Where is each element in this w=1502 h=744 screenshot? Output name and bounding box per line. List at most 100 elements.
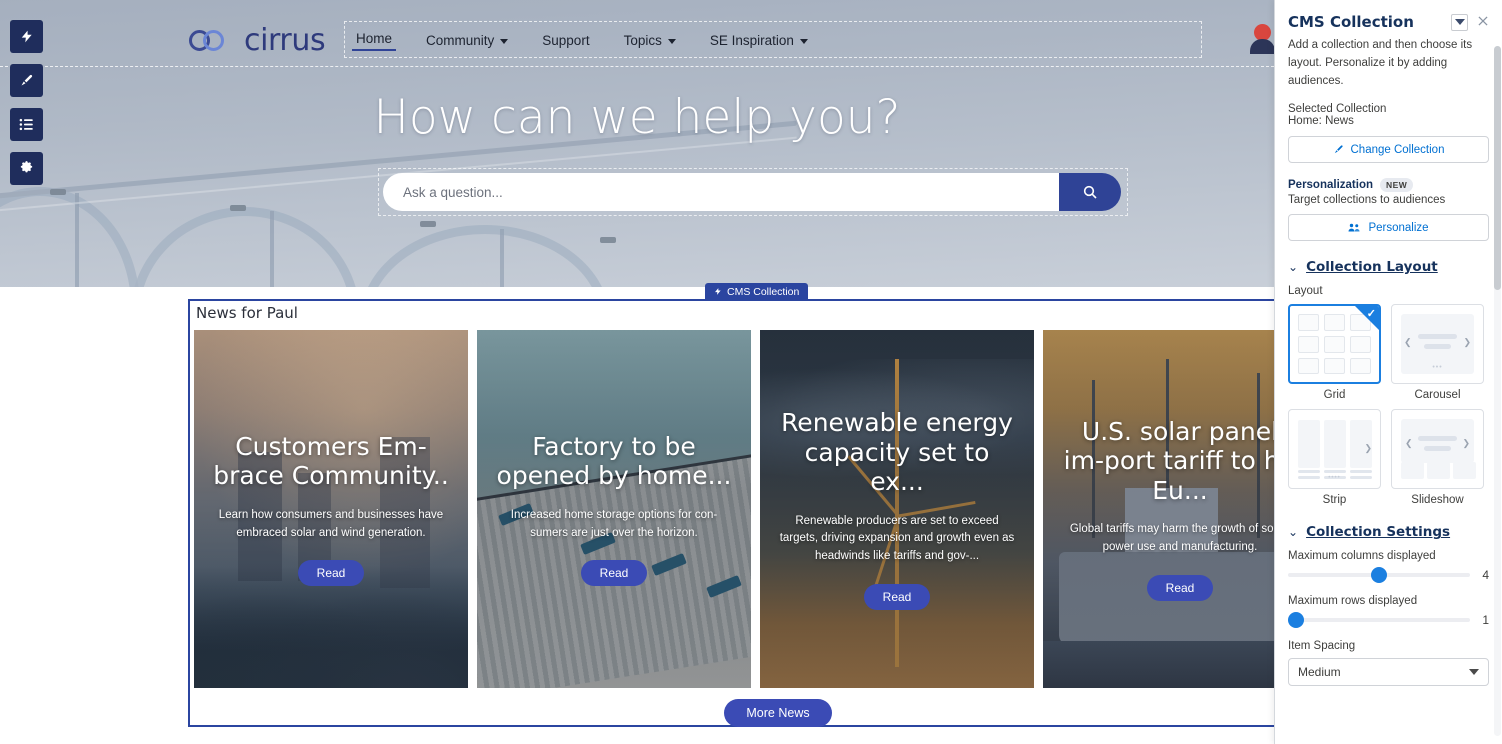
card-description: Increased home storage options for con-s…: [510, 508, 718, 539]
layout-label: Layout: [1288, 285, 1323, 298]
search-icon: [1083, 185, 1097, 199]
nav-label: Support: [542, 32, 590, 48]
panel-menu-button[interactable]: [1451, 13, 1468, 31]
read-button[interactable]: Read: [297, 560, 365, 587]
news-card[interactable]: U.S. solar panel im-port tariff to hit E…: [1043, 330, 1274, 688]
item-spacing-select[interactable]: Medium: [1288, 658, 1489, 687]
layout-label-slideshow: Slideshow: [1411, 494, 1464, 507]
toolbar-theme-button[interactable]: [10, 64, 43, 97]
personalize-button[interactable]: Personalize: [1288, 214, 1489, 242]
nav-items: Home Community Support Topics SE Inspira…: [352, 29, 812, 51]
panel-helper-text: Add a collection and then choose its lay…: [1288, 39, 1473, 87]
nav-label: Community: [426, 32, 495, 48]
layout-option-carousel[interactable]: ❮ ❯ ••• Carousel: [1391, 304, 1484, 401]
nav-item-home[interactable]: Home: [352, 29, 397, 51]
read-button[interactable]: Read: [1146, 575, 1214, 602]
panel-header-controls: [1451, 13, 1490, 31]
card-description: Renewable producers are set to exceed ta…: [779, 514, 1015, 563]
people-icon: [1348, 224, 1360, 232]
item-spacing-label: Item Spacing: [1288, 640, 1356, 653]
chevron-left-icon: ❮: [1405, 438, 1413, 449]
close-icon: [1478, 15, 1488, 26]
news-card[interactable]: Factory to be opened by home... Increase…: [477, 330, 751, 688]
page-preview-canvas: cirrus Home Community Support Topics SE …: [0, 0, 1274, 744]
news-card[interactable]: Renewable energy capacity set to ex... R…: [760, 330, 1034, 688]
max-rows-slider[interactable]: [1288, 612, 1470, 629]
nav-item-support[interactable]: Support: [538, 31, 593, 50]
layout-thumb-slideshow[interactable]: ❮ ❯: [1391, 409, 1484, 490]
panel-scrollbar-thumb[interactable]: [1494, 46, 1501, 290]
lightning-icon: [715, 288, 721, 295]
avatar[interactable]: [1250, 24, 1274, 54]
personalize-label: Personalize: [1368, 221, 1429, 234]
more-news-button[interactable]: More News: [724, 699, 832, 727]
change-collection-button[interactable]: Change Collection: [1288, 136, 1489, 164]
nav-label: Home: [356, 31, 393, 46]
news-card[interactable]: Customers Em-brace Community.. Learn how…: [194, 330, 468, 688]
search-button[interactable]: [1059, 173, 1121, 211]
read-button[interactable]: Read: [580, 560, 648, 587]
nav-label: Topics: [623, 32, 662, 48]
slider-handle[interactable]: [1288, 612, 1304, 629]
chevron-down-icon: ⌄: [1288, 525, 1299, 540]
card-title: Customers Em-brace Community..: [213, 431, 449, 491]
layout-label-strip: Strip: [1322, 494, 1347, 507]
panel-close-button[interactable]: [1476, 14, 1490, 31]
layout-option-grid[interactable]: ✓ Grid: [1288, 304, 1381, 401]
card-description: Learn how consumers and businesses have …: [218, 508, 444, 539]
collection-settings-title: Collection Settings: [1306, 524, 1451, 541]
hero-title: How can we help you?: [373, 90, 901, 145]
list-icon: [19, 118, 33, 131]
header-region-divider: [0, 66, 1274, 67]
chevron-down-icon: [667, 38, 676, 44]
more-news-row: More News: [190, 699, 1274, 727]
nav-item-community[interactable]: Community: [422, 31, 512, 50]
app-root: cirrus Home Community Support Topics SE …: [0, 0, 1502, 744]
toolbar-settings-button[interactable]: [10, 152, 43, 185]
nav-label: SE Inspiration: [709, 32, 794, 48]
layout-options: ✓ Grid ❮ ❯ ••• Carousel ❯ •••• Strip ❮ ❯…: [1288, 304, 1489, 506]
component-tab-label: CMS Collection: [727, 285, 800, 298]
cms-collection-region[interactable]: News for Paul Customers Em-brace Communi…: [188, 299, 1274, 727]
slider-handle[interactable]: [1371, 567, 1387, 584]
collection-settings-section-header[interactable]: ⌄ Collection Settings: [1288, 524, 1489, 540]
component-selection-tab[interactable]: CMS Collection: [705, 283, 809, 300]
site-logo[interactable]: cirrus: [189, 22, 326, 58]
paintbrush-icon: [21, 74, 33, 86]
chevron-down-icon: [1469, 669, 1479, 676]
card-description: Global tariffs may harm the growth of so…: [1069, 523, 1274, 554]
nav-item-se-inspiration[interactable]: SE Inspiration: [706, 31, 812, 50]
chevron-right-icon: ❯: [1463, 336, 1471, 347]
new-badge: NEW: [1380, 178, 1414, 193]
layout-option-slideshow[interactable]: ❮ ❯ Slideshow: [1391, 409, 1484, 506]
read-button[interactable]: Read: [863, 583, 931, 610]
chevron-down-icon: ⌄: [1288, 260, 1299, 275]
toolbar-lightning-button[interactable]: [10, 20, 43, 53]
max-columns-slider[interactable]: [1288, 567, 1470, 584]
chevron-right-icon: ❯: [1364, 443, 1372, 454]
chevron-down-icon: [500, 38, 509, 44]
layout-thumb-grid[interactable]: ✓: [1288, 304, 1381, 385]
search-input[interactable]: [383, 173, 1059, 211]
selected-collection-label: Selected Collection: [1288, 103, 1387, 116]
nav-item-topics[interactable]: Topics: [620, 31, 680, 50]
personalization-subtitle: Target collections to audiences: [1288, 194, 1446, 207]
panel-title: CMS Collection: [1288, 13, 1414, 31]
lightning-icon: [21, 30, 32, 43]
region-title: News for Paul: [196, 304, 298, 322]
layout-thumb-strip[interactable]: ❯ ••••: [1288, 409, 1381, 490]
properties-panel: CMS Collection Add a collection and then…: [1274, 0, 1502, 744]
gear-icon: [20, 161, 33, 173]
max-rows-value: 1: [1482, 613, 1489, 628]
layout-option-strip[interactable]: ❯ •••• Strip: [1288, 409, 1381, 506]
collection-layout-section-header[interactable]: ⌄ Collection Layout: [1288, 259, 1489, 275]
layout-label-carousel: Carousel: [1414, 389, 1461, 402]
chevron-down-icon: [1454, 19, 1465, 25]
max-columns-label: Maximum columns displayed: [1288, 550, 1436, 563]
personalization-row: Personalization NEW: [1288, 178, 1489, 193]
layout-thumb-carousel[interactable]: ❮ ❯ •••: [1391, 304, 1484, 385]
toolbar-pages-button[interactable]: [10, 108, 43, 141]
check-icon: ✓: [1366, 308, 1376, 321]
panel-body: Add a collection and then choose its lay…: [1275, 37, 1502, 744]
builder-toolbar: [10, 20, 43, 196]
